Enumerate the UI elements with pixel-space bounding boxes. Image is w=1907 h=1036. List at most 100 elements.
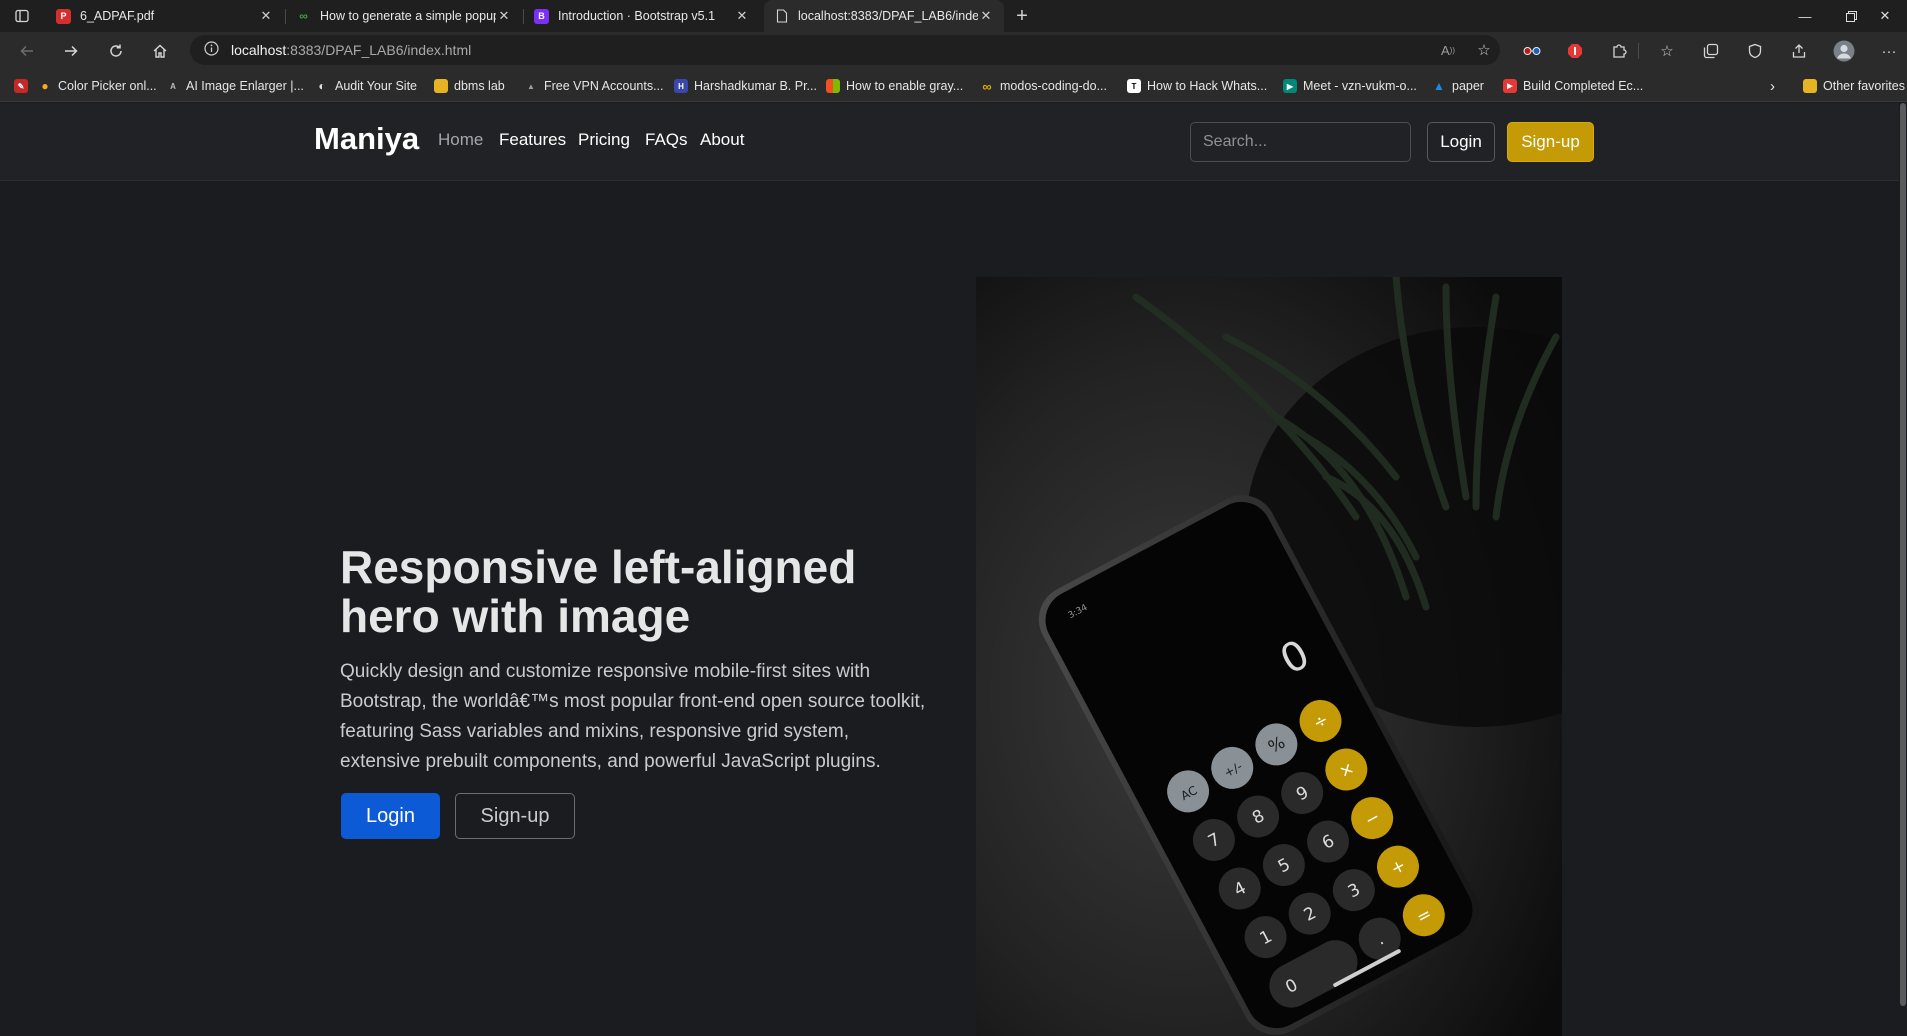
drive-icon: ▲	[1433, 79, 1445, 93]
bookmark-label: modos-coding-do...	[1000, 79, 1108, 93]
bookmark-label: Color Picker onl...	[58, 79, 157, 93]
browser-tab-1[interactable]: P 6_ADPAF.pdf ✕	[46, 0, 284, 32]
extension-glasses-icon[interactable]	[1518, 37, 1546, 65]
url-host: localhost	[231, 42, 287, 58]
more-bookmarks-chevron-icon[interactable]: ›	[1770, 76, 1775, 96]
vpn-icon: ▲	[527, 81, 535, 91]
bookmark-label: Meet - vzn-vukm-o...	[1303, 79, 1417, 93]
close-window-icon[interactable]: ✕	[1862, 0, 1907, 32]
browser-tab-3[interactable]: B Introduction · Bootstrap v5.1 ✕	[524, 0, 760, 32]
browser-essentials-icon[interactable]	[1741, 37, 1769, 65]
bookmark-label: How to enable gray...	[846, 79, 964, 93]
close-tab-icon[interactable]: ✕	[496, 8, 512, 24]
tab-title: 6_ADPAF.pdf	[80, 9, 155, 23]
infinity-icon: ∞	[982, 78, 992, 94]
page-icon	[774, 9, 789, 24]
minimize-icon[interactable]: —	[1782, 0, 1828, 32]
folder-icon	[434, 79, 448, 93]
bookmark-label: Audit Your Site	[335, 79, 418, 93]
bookmark-label: dbms lab	[454, 79, 505, 93]
new-tab-icon[interactable]: +	[1008, 2, 1036, 30]
bookmark-8[interactable]: ∞ modos-coding-do...	[980, 76, 1107, 96]
back-icon[interactable]	[12, 36, 42, 66]
bookmark-6[interactable]: H Harshadkumar B. Pr...	[674, 76, 817, 96]
site-navbar: Maniya Home Features Pricing FAQs About …	[0, 103, 1899, 181]
microsoft-icon	[826, 79, 840, 93]
bookmark-9[interactable]: T How to Hack Whats...	[1127, 76, 1267, 96]
bookmark-10[interactable]: ▶ Meet - vzn-vukm-o...	[1283, 76, 1417, 96]
bookmark-label: Harshadkumar B. Pr...	[694, 79, 817, 93]
nav-pricing[interactable]: Pricing	[578, 130, 630, 150]
bookmark-0[interactable]: ✎	[14, 76, 34, 96]
tab-title: localhost:8383/DPAF_LAB6/index.	[798, 9, 978, 23]
collections-icon[interactable]	[1697, 37, 1725, 65]
bookmark-5[interactable]: ▲ Free VPN Accounts...	[524, 76, 664, 96]
hero-image: 3:34 0 AC +/-% ÷ 7 8 9 × 4 5 6−1 2 3 +0. =	[976, 277, 1562, 1036]
scrollbar-thumb[interactable]	[1900, 103, 1906, 1006]
bookmark-label: Build Completed Ec...	[1523, 79, 1644, 93]
pen-icon: ✎	[14, 79, 28, 93]
bookmark-11[interactable]: ▲ paper	[1432, 76, 1484, 96]
favorites-icon[interactable]: ☆	[1653, 37, 1681, 65]
bookmark-4[interactable]: dbms lab	[434, 76, 505, 96]
nav-signup-button[interactable]: Sign-up	[1507, 122, 1594, 162]
share-icon[interactable]	[1785, 37, 1813, 65]
browser-tab-4-active[interactable]: localhost:8383/DPAF_LAB6/index. ✕	[764, 0, 1004, 32]
extensions-icon[interactable]	[1605, 37, 1633, 65]
page-viewport: Maniya Home Features Pricing FAQs About …	[0, 103, 1899, 1036]
url-field[interactable]: localhost:8383/DPAF_LAB6/index.html	[190, 35, 1500, 65]
bookmark-1[interactable]: ● Color Picker onl...	[38, 76, 157, 96]
bookmark-label: AI Image Enlarger |...	[186, 79, 304, 93]
bookmark-label: paper	[1452, 79, 1484, 93]
hero-signup-button[interactable]: Sign-up	[455, 793, 575, 839]
brand-logo[interactable]: Maniya	[314, 121, 419, 157]
page-scrollbar[interactable]	[1899, 103, 1907, 1036]
home-icon[interactable]	[145, 36, 175, 66]
nav-about[interactable]: About	[700, 130, 744, 150]
other-favorites-label: Other favorites	[1823, 79, 1905, 93]
search-input[interactable]	[1190, 122, 1411, 162]
tab-title: Introduction · Bootstrap v5.1	[558, 9, 716, 23]
hero-title: Responsive left-aligned hero with image	[340, 541, 857, 642]
address-bar-row: localhost:8383/DPAF_LAB6/index.html A)) …	[0, 32, 1907, 69]
audit-icon: ◐	[318, 79, 326, 93]
bookmark-label: Free VPN Accounts...	[544, 79, 664, 93]
read-aloud-icon[interactable]: A))	[1434, 36, 1462, 64]
pdf-icon: P	[56, 8, 71, 24]
bookmark-12[interactable]: ▶ Build Completed Ec...	[1503, 76, 1643, 96]
favorites-bar: ✎ ● Color Picker onl... A AI Image Enlarge…	[0, 69, 1907, 102]
close-tab-icon[interactable]: ✕	[734, 8, 750, 24]
extension-adblock-icon[interactable]	[1561, 37, 1589, 65]
link-icon: ∞	[299, 9, 308, 23]
nav-features[interactable]: Features	[499, 130, 566, 150]
browser-tab-bar: P 6_ADPAF.pdf ✕ ∞ How to generate a simp…	[0, 0, 1907, 32]
add-favorite-icon[interactable]: ☆	[1470, 36, 1498, 64]
other-favorites[interactable]: Other favorites	[1803, 76, 1905, 96]
bookmark-7[interactable]: How to enable gray...	[826, 76, 963, 96]
t-icon: T	[1127, 79, 1141, 93]
ai-icon: A	[170, 81, 176, 91]
color-picker-icon: ●	[41, 79, 49, 93]
profile-avatar[interactable]	[1830, 37, 1858, 65]
nav-faqs[interactable]: FAQs	[645, 130, 688, 150]
reload-icon[interactable]	[101, 36, 131, 66]
bookmark-2[interactable]: A AI Image Enlarger |...	[166, 76, 304, 96]
tab-actions-icon[interactable]	[8, 2, 36, 30]
bookmark-label: How to Hack Whats...	[1147, 79, 1268, 93]
bookmark-3[interactable]: ◐ Audit Your Site	[315, 76, 417, 96]
meet-icon: ▶	[1283, 79, 1297, 93]
profile-page-icon: H	[674, 79, 688, 93]
more-options-icon[interactable]: ···	[1875, 37, 1903, 65]
site-info-icon[interactable]	[204, 41, 219, 59]
nav-home[interactable]: Home	[438, 130, 483, 150]
hero-login-button[interactable]: Login	[341, 793, 440, 839]
browser-tab-2[interactable]: ∞ How to generate a simple popup ✕	[286, 0, 522, 32]
forward-icon[interactable]	[56, 36, 86, 66]
url-path: :8383/DPAF_LAB6/index.html	[286, 42, 472, 58]
close-tab-icon[interactable]: ✕	[258, 8, 274, 24]
bootstrap-icon: B	[534, 8, 549, 24]
nav-login-button[interactable]: Login	[1427, 122, 1495, 162]
youtube-icon: ▶	[1503, 79, 1517, 93]
tab-title: How to generate a simple popup	[320, 9, 496, 23]
close-tab-icon[interactable]: ✕	[978, 8, 994, 24]
